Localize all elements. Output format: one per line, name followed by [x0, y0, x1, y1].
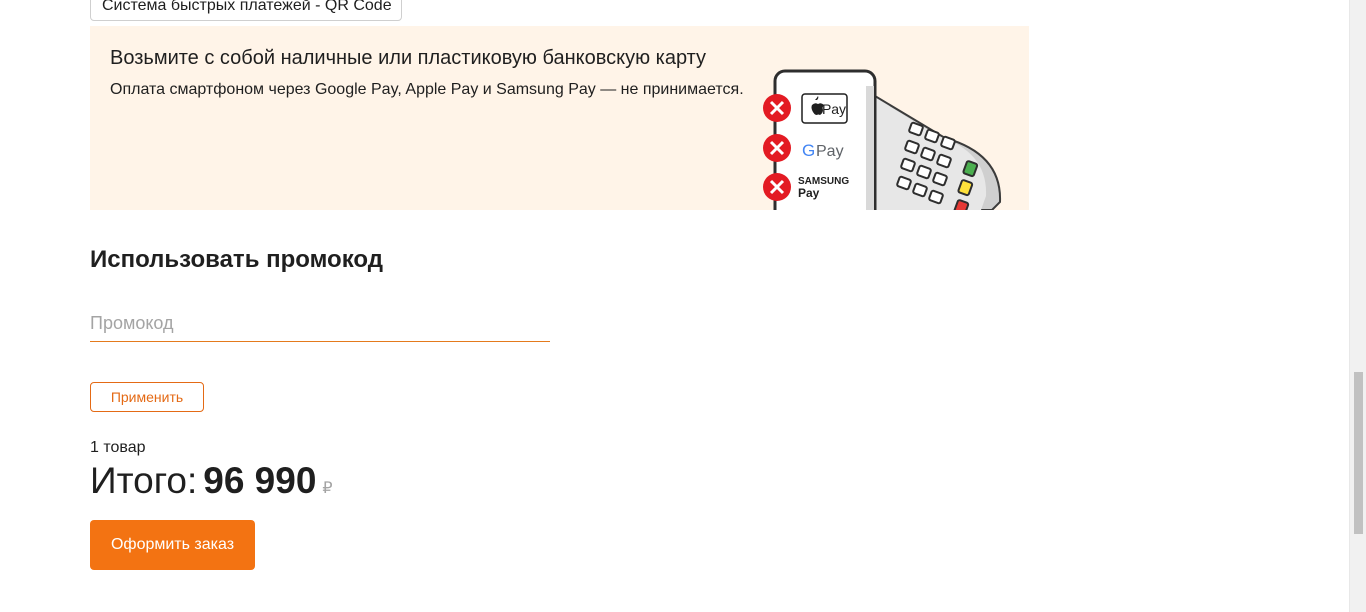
google-pay-label: Pay	[816, 143, 844, 160]
order-total: Итого: 96 990 ₽	[90, 460, 333, 502]
promo-section-title: Использовать промокод	[90, 246, 383, 273]
notice-title: Возьмите с собой наличные или пластикову…	[110, 47, 707, 69]
apple-pay-row: Pay	[763, 93, 848, 124]
cart-item-count: 1 товар	[90, 439, 146, 456]
total-amount: 96 990	[203, 460, 317, 501]
apply-promo-button[interactable]: Применить	[90, 382, 204, 412]
notice-description: Оплата смартфоном через Google Pay, Appl…	[110, 81, 744, 98]
payment-option-label: Система быстрых платежей - QR Code	[102, 0, 392, 14]
payment-option-qr-code[interactable]: Система быстрых платежей - QR Code	[90, 0, 402, 21]
payment-terminal-illustration: Pay G Pay SAMSUNG Pay	[763, 69, 1002, 210]
apple-pay-label: Pay	[822, 101, 846, 117]
ruble-icon: ₽	[322, 480, 333, 497]
cash-payment-notice: Возьмите с собой наличные или пластикову…	[90, 26, 1029, 210]
page-scrollbar[interactable]	[1349, 0, 1366, 612]
scrollbar-thumb[interactable]	[1354, 372, 1363, 534]
promo-code-input[interactable]	[90, 306, 550, 342]
svg-text:Pay: Pay	[798, 186, 820, 200]
total-label: Итого:	[90, 460, 198, 501]
checkout-button[interactable]: Оформить заказ	[90, 520, 255, 570]
google-icon: G	[802, 141, 815, 160]
card-terminal-icon	[853, 82, 1002, 210]
